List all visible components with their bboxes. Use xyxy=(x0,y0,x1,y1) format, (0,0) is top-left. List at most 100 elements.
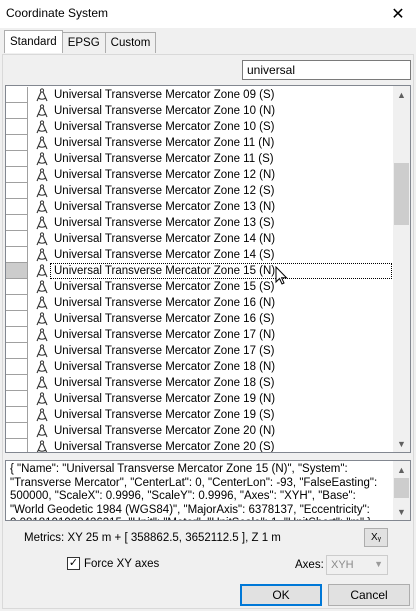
list-item-label: Universal Transverse Mercator Zone 17 (N… xyxy=(54,329,276,341)
row-checkbox[interactable] xyxy=(6,407,28,423)
list-item-label: Universal Transverse Mercator Zone 12 (N… xyxy=(54,169,276,181)
list-item[interactable]: Universal Transverse Mercator Zone 16 (N… xyxy=(6,295,394,311)
window-title: Coordinate System xyxy=(6,6,109,20)
list-item[interactable]: Universal Transverse Mercator Zone 11 (S… xyxy=(6,151,394,167)
title-bar: Coordinate System ✕ xyxy=(0,0,416,28)
list-item-label: Universal Transverse Mercator Zone 11 (S… xyxy=(54,153,274,165)
scroll-thumb[interactable] xyxy=(394,478,409,498)
compass-icon xyxy=(36,120,48,134)
list-item[interactable]: Universal Transverse Mercator Zone 15 (N… xyxy=(6,263,394,279)
row-checkbox[interactable] xyxy=(6,279,28,295)
compass-icon xyxy=(36,360,48,374)
list-item-label: Universal Transverse Mercator Zone 20 (S… xyxy=(54,441,275,453)
list-item-label: Universal Transverse Mercator Zone 16 (N… xyxy=(54,297,276,309)
row-checkbox[interactable] xyxy=(6,311,28,327)
row-checkbox[interactable] xyxy=(6,343,28,359)
force-xy-checkbox[interactable]: ✓ xyxy=(67,557,80,570)
list-item[interactable]: Universal Transverse Mercator Zone 10 (N… xyxy=(6,103,394,119)
list-item[interactable]: Universal Transverse Mercator Zone 15 (S… xyxy=(6,279,394,295)
list-item-label: Universal Transverse Mercator Zone 18 (S… xyxy=(54,377,275,389)
row-checkbox[interactable] xyxy=(6,151,28,167)
compass-icon xyxy=(36,232,48,246)
compass-icon xyxy=(36,248,48,262)
list-item[interactable]: Universal Transverse Mercator Zone 20 (S… xyxy=(6,439,394,453)
list-item-label: Universal Transverse Mercator Zone 14 (S… xyxy=(54,249,275,261)
search-input[interactable] xyxy=(242,60,411,80)
list-item[interactable]: Universal Transverse Mercator Zone 18 (S… xyxy=(6,375,394,391)
list-item[interactable]: Universal Transverse Mercator Zone 17 (N… xyxy=(6,327,394,343)
list-item[interactable]: Universal Transverse Mercator Zone 13 (S… xyxy=(6,215,394,231)
row-checkbox[interactable] xyxy=(6,359,28,375)
list-item[interactable]: Universal Transverse Mercator Zone 14 (N… xyxy=(6,231,394,247)
row-checkbox[interactable] xyxy=(6,295,28,311)
list-item[interactable]: Universal Transverse Mercator Zone 16 (S… xyxy=(6,311,394,327)
compass-icon xyxy=(36,440,48,452)
row-checkbox[interactable] xyxy=(6,103,28,119)
details-box[interactable]: { "Name": "Universal Transverse Mercator… xyxy=(5,460,411,521)
row-checkbox[interactable] xyxy=(6,183,28,199)
list-item[interactable]: Universal Transverse Mercator Zone 19 (N… xyxy=(6,391,394,407)
list-item-label: Universal Transverse Mercator Zone 17 (S… xyxy=(54,345,275,357)
list-item[interactable]: Universal Transverse Mercator Zone 09 (S… xyxy=(6,87,394,103)
tab-epsg[interactable]: EPSG xyxy=(61,32,106,53)
compass-icon xyxy=(36,136,48,150)
row-checkbox[interactable] xyxy=(6,199,28,215)
list-item[interactable]: Universal Transverse Mercator Zone 17 (S… xyxy=(6,343,394,359)
xy-icon: Xᵧ xyxy=(371,532,381,543)
compass-icon xyxy=(36,184,48,198)
list-scrollbar[interactable]: ▲ ▼ xyxy=(393,86,410,452)
list-item-label: Universal Transverse Mercator Zone 19 (S… xyxy=(54,409,275,421)
ok-button[interactable]: OK xyxy=(240,584,322,606)
list-item-label: Universal Transverse Mercator Zone 13 (S… xyxy=(54,217,275,229)
axes-select[interactable]: XYH ▼ xyxy=(326,555,388,575)
scroll-thumb[interactable] xyxy=(394,163,409,225)
list-item[interactable]: Universal Transverse Mercator Zone 12 (S… xyxy=(6,183,394,199)
row-checkbox[interactable] xyxy=(6,247,28,263)
list-item[interactable]: Universal Transverse Mercator Zone 12 (N… xyxy=(6,167,394,183)
scroll-up-icon[interactable]: ▲ xyxy=(393,461,410,478)
row-checkbox[interactable] xyxy=(6,215,28,231)
scroll-down-icon[interactable]: ▼ xyxy=(393,503,410,520)
close-button[interactable]: ✕ xyxy=(380,0,416,28)
row-checkbox[interactable] xyxy=(6,439,28,452)
row-checkbox[interactable] xyxy=(6,327,28,343)
compass-icon xyxy=(36,424,48,438)
row-checkbox[interactable] xyxy=(6,263,28,279)
row-checkbox[interactable] xyxy=(6,375,28,391)
list-item-label: Universal Transverse Mercator Zone 15 (S… xyxy=(54,281,275,293)
list-item[interactable]: Universal Transverse Mercator Zone 14 (S… xyxy=(6,247,394,263)
close-icon: ✕ xyxy=(391,6,405,23)
metrics-text: Metrics: XY 25 m + [ 358862.5, 3652112.5… xyxy=(24,532,281,544)
swap-xy-button[interactable]: Xᵧ xyxy=(364,528,388,547)
details-scrollbar[interactable]: ▲ ▼ xyxy=(393,461,410,520)
list-item-label: Universal Transverse Mercator Zone 09 (S… xyxy=(54,89,275,101)
list-item-label: Universal Transverse Mercator Zone 12 (S… xyxy=(54,185,275,197)
row-checkbox[interactable] xyxy=(6,135,28,151)
row-checkbox[interactable] xyxy=(6,423,28,439)
tab-custom[interactable]: Custom xyxy=(104,32,157,53)
row-checkbox[interactable] xyxy=(6,119,28,135)
list-item[interactable]: Universal Transverse Mercator Zone 10 (S… xyxy=(6,119,394,135)
list-item[interactable]: Universal Transverse Mercator Zone 20 (N… xyxy=(6,423,394,439)
row-checkbox[interactable] xyxy=(6,231,28,247)
compass-icon xyxy=(36,408,48,422)
list-item-label: Universal Transverse Mercator Zone 10 (N… xyxy=(54,105,276,117)
row-checkbox[interactable] xyxy=(6,87,28,103)
list-item-label: Universal Transverse Mercator Zone 10 (S… xyxy=(54,121,275,133)
coordinate-system-list[interactable]: Universal Transverse Mercator Zone 20 (S… xyxy=(5,85,411,453)
list-item[interactable]: Universal Transverse Mercator Zone 19 (S… xyxy=(6,407,394,423)
compass-icon xyxy=(36,104,48,118)
list-item-label: Universal Transverse Mercator Zone 16 (S… xyxy=(54,313,275,325)
cancel-button[interactable]: Cancel xyxy=(328,584,410,606)
scroll-down-icon[interactable]: ▼ xyxy=(393,435,410,452)
tab-standard[interactable]: Standard xyxy=(4,30,63,53)
list-item[interactable]: Universal Transverse Mercator Zone 13 (N… xyxy=(6,199,394,215)
list-item[interactable]: Universal Transverse Mercator Zone 11 (N… xyxy=(6,135,394,151)
row-checkbox[interactable] xyxy=(6,167,28,183)
force-xy-toggle[interactable]: ✓ Force XY axes xyxy=(67,557,159,570)
list-item[interactable]: Universal Transverse Mercator Zone 18 (N… xyxy=(6,359,394,375)
scroll-up-icon[interactable]: ▲ xyxy=(393,86,410,103)
compass-icon xyxy=(36,392,48,406)
force-xy-label: Force XY axes xyxy=(84,557,160,570)
row-checkbox[interactable] xyxy=(6,391,28,407)
